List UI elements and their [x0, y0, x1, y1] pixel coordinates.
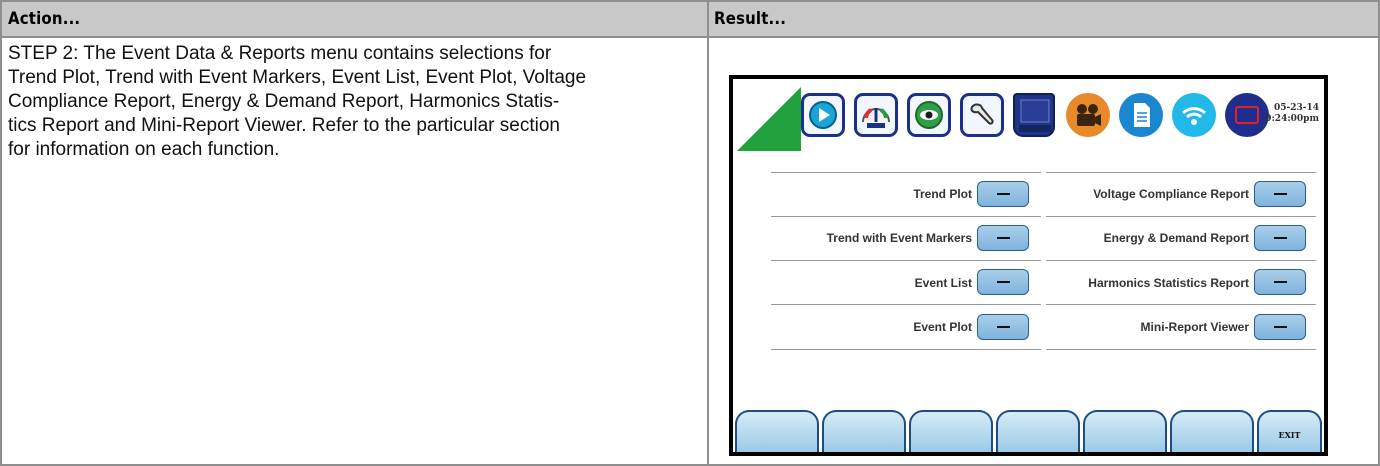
- dash-icon: [1274, 281, 1287, 283]
- menu-label-voltage-compliance-report: Voltage Compliance Report: [1093, 187, 1249, 201]
- menu-label-harmonics-statistics-report: Harmonics Statistics Report: [1088, 276, 1249, 290]
- menu-separator: [1046, 172, 1316, 173]
- date-time-readout: 05-23-14 9:24:00pm: [1265, 103, 1319, 125]
- menu-separator: [771, 349, 1041, 350]
- function-key-1[interactable]: [735, 410, 819, 452]
- menu-separator: [771, 216, 1041, 217]
- dash-icon: [1274, 326, 1287, 328]
- menu-separator: [771, 304, 1041, 305]
- device-screen: 05-23-14 9:24:00pm Trend Plot Trend with…: [729, 75, 1328, 456]
- voltage-compliance-report-button[interactable]: [1254, 181, 1306, 207]
- exit-button[interactable]: EXIT: [1257, 410, 1322, 452]
- action-line: Compliance Report, Energy & Demand Repor…: [8, 91, 560, 112]
- meter-gauge-icon[interactable]: [854, 93, 898, 137]
- menu-label-event-list: Event List: [914, 276, 972, 290]
- menu-separator: [1046, 260, 1316, 261]
- exit-label: EXIT: [1278, 430, 1301, 440]
- header-result: Result...: [714, 9, 787, 29]
- action-line: Trend Plot, Trend with Event Markers, Ev…: [8, 67, 587, 88]
- event-list-button[interactable]: [977, 269, 1029, 295]
- menu-separator: [771, 172, 1041, 173]
- menu-separator: [771, 260, 1041, 261]
- action-text: STEP 2: The Event Data & Reports menu co…: [8, 42, 700, 162]
- table-header-row: Action... Result...: [2, 2, 1378, 38]
- device-display: 05-23-14 9:24:00pm Trend Plot Trend with…: [733, 79, 1324, 452]
- screen-icon[interactable]: [1225, 93, 1269, 137]
- trend-with-event-markers-button[interactable]: [977, 225, 1029, 251]
- menu-separator: [1046, 304, 1316, 305]
- dash-icon: [1274, 193, 1287, 195]
- document-icon[interactable]: [1119, 93, 1163, 137]
- time-text: 9:24:00pm: [1265, 114, 1319, 124]
- column-divider: [707, 2, 709, 464]
- wireless-icon[interactable]: [1172, 93, 1216, 137]
- header-action: Action...: [8, 9, 81, 29]
- action-line: for information on each function.: [8, 139, 280, 160]
- menu-label-event-plot: Event Plot: [913, 320, 972, 334]
- function-key-4[interactable]: [996, 410, 1080, 452]
- event-plot-button[interactable]: [977, 314, 1029, 340]
- energy-demand-report-button[interactable]: [1254, 225, 1306, 251]
- menu-separator: [1046, 349, 1316, 350]
- mini-report-viewer-button[interactable]: [1254, 314, 1306, 340]
- menu-label-trend-with-event-markers: Trend with Event Markers: [826, 231, 972, 245]
- camcorder-icon[interactable]: [1066, 93, 1110, 137]
- trend-plot-button[interactable]: [977, 181, 1029, 207]
- green-triangle-logo: [737, 87, 801, 151]
- dash-icon: [1274, 237, 1287, 239]
- eye-icon[interactable]: [907, 93, 951, 137]
- function-key-6[interactable]: [1170, 410, 1254, 452]
- function-key-5[interactable]: [1083, 410, 1167, 452]
- menu-label-mini-report-viewer: Mini-Report Viewer: [1140, 320, 1249, 334]
- menu-separator: [1046, 216, 1316, 217]
- date-text: 05-23-14: [1273, 103, 1319, 113]
- action-line: tics Report and Mini-Report Viewer. Refe…: [8, 115, 560, 136]
- menu-label-trend-plot: Trend Plot: [913, 187, 972, 201]
- function-key-3[interactable]: [909, 410, 993, 452]
- dash-icon: [997, 237, 1010, 239]
- menu-label-energy-demand-report: Energy & Demand Report: [1103, 231, 1249, 245]
- action-line: STEP 2: The Event Data & Reports menu co…: [8, 43, 552, 64]
- wrench-icon[interactable]: [960, 93, 1004, 137]
- function-key-2[interactable]: [822, 410, 906, 452]
- dash-icon: [997, 281, 1010, 283]
- monitor-book-icon[interactable]: [1013, 93, 1055, 137]
- dash-icon: [997, 193, 1010, 195]
- play-icon[interactable]: [801, 93, 845, 137]
- harmonics-statistics-report-button[interactable]: [1254, 269, 1306, 295]
- dash-icon: [997, 326, 1010, 328]
